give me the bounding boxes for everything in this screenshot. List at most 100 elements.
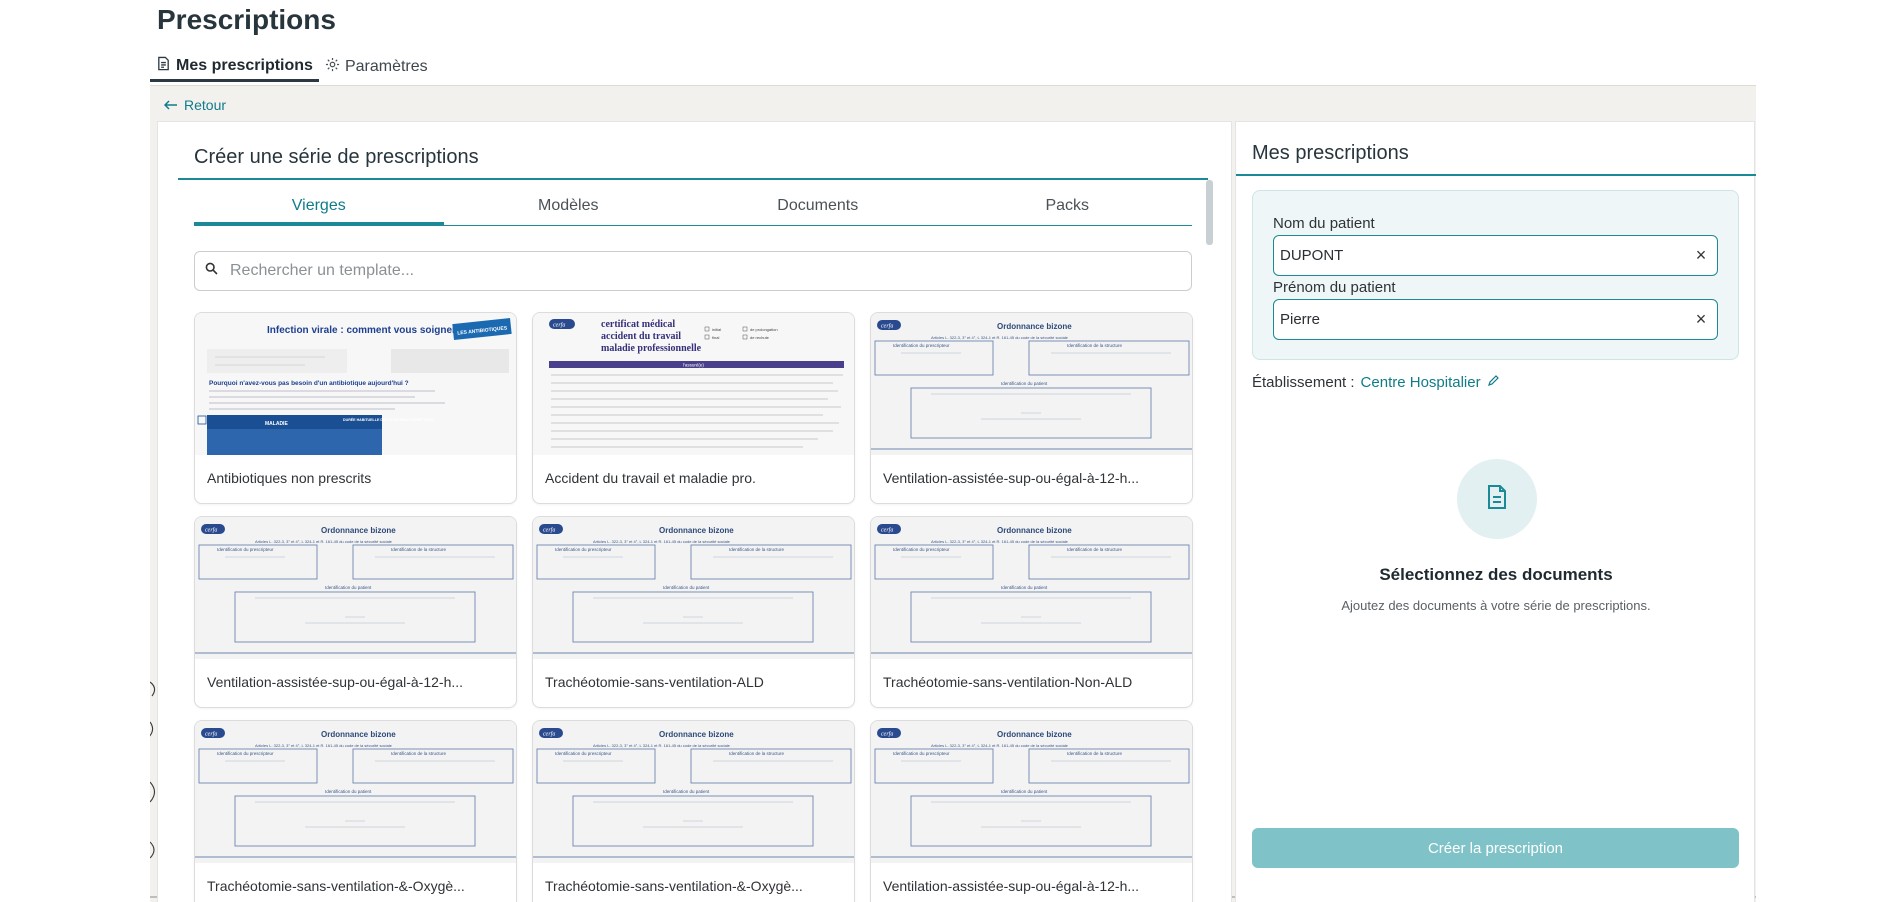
establishment-label: Établissement : <box>1252 374 1355 391</box>
tab-packs[interactable]: Packs <box>943 192 1193 225</box>
arrow-left-icon <box>163 97 178 113</box>
svg-text:cerfa: cerfa <box>543 731 555 738</box>
search-icon <box>205 262 218 280</box>
template-card[interactable]: cerfa Ordonnance bizone Articles L. 322-3,… <box>194 516 517 708</box>
template-thumbnail: cerfa Ordonnance bizone Articles L. 322-3,… <box>195 517 516 659</box>
svg-text:maladie professionnelle: maladie professionnelle <box>601 343 702 354</box>
title-divider <box>1236 174 1756 176</box>
svg-text:certificat médical: certificat médical <box>601 319 675 330</box>
template-tabs: Vierges Modèles Documents Packs <box>194 192 1192 226</box>
ordonnance-bizone-preview: cerfa Ordonnance bizone Articles L. 322-3,… <box>871 721 1192 863</box>
tab-modeles[interactable]: Modèles <box>444 192 694 225</box>
establishment-link[interactable]: Centre Hospitalier <box>1361 374 1481 391</box>
template-thumbnail: cerfa Ordonnance bizone Articles L. 322-3,… <box>871 517 1192 659</box>
svg-text:cerfa: cerfa <box>881 323 893 330</box>
establishment: Établissement : Centre Hospitalier <box>1252 374 1500 391</box>
template-thumbnail: cerfa certificat médical accident du tra… <box>533 313 854 455</box>
gear-icon <box>325 57 340 77</box>
svg-text:Identification du prescripteur: Identification du prescripteur <box>893 547 950 552</box>
tab-vierges[interactable]: Vierges <box>194 192 444 225</box>
page-title: Prescriptions <box>157 4 336 35</box>
template-thumbnail: cerfa Ordonnance bizone Articles L. 322-3,… <box>871 313 1192 455</box>
last-name-input[interactable] <box>1280 247 1691 264</box>
svg-text:Identification du patient: Identification du patient <box>1001 585 1048 590</box>
template-name: Accident du travail et maladie pro. <box>545 470 756 486</box>
tab-documents[interactable]: Documents <box>693 192 943 225</box>
svg-text:Articles L. 322-3, 3° et 4°, L: Articles L. 322-3, 3° et 4°, L 324-1 et … <box>931 743 1069 748</box>
svg-text:Identification du prescripteur: Identification du prescripteur <box>217 547 274 552</box>
back-link[interactable]: Retour <box>163 97 226 113</box>
top-tabs: Mes prescriptions Paramètres <box>150 52 434 84</box>
svg-text:initial: initial <box>712 327 721 332</box>
svg-text:cerfa: cerfa <box>205 527 217 534</box>
clear-icon[interactable]: × <box>1691 245 1711 266</box>
template-search[interactable] <box>194 251 1192 291</box>
svg-text:Identification du patient: Identification du patient <box>1001 789 1048 794</box>
pencil-icon[interactable] <box>1487 374 1500 391</box>
template-thumbnail: cerfa Ordonnance bizone Articles L. 322-3,… <box>533 721 854 863</box>
tab-label: Paramètres <box>344 58 428 75</box>
template-name: Antibiotiques non prescrits <box>207 470 372 486</box>
svg-text:Articles L. 322-3, 3° et 4°, L: Articles L. 322-3, 3° et 4°, L 324-1 et … <box>255 539 393 544</box>
create-series-panel: Créer une série de prescriptions Vierges… <box>157 121 1232 902</box>
first-name-input[interactable] <box>1280 311 1691 328</box>
svg-text:cerfa: cerfa <box>553 322 565 329</box>
svg-text:l'assuré(e): l'assuré(e) <box>683 363 704 368</box>
first-name-label: Prénom du patient <box>1273 279 1396 296</box>
svg-text:Identification du patient: Identification du patient <box>663 585 710 590</box>
template-card[interactable]: cerfa Ordonnance bizone Articles L. 322-3,… <box>870 720 1193 902</box>
svg-text:Articles L. 322-3, 3° et 4°, L: Articles L. 322-3, 3° et 4°, L 324-1 et … <box>931 335 1069 340</box>
search-input[interactable] <box>230 262 1130 280</box>
first-name-field[interactable]: × <box>1273 299 1718 340</box>
template-card[interactable]: cerfa Ordonnance bizone Articles L. 322-3,… <box>870 516 1193 708</box>
template-card[interactable]: cerfa Ordonnance bizone Articles L. 322-3,… <box>870 312 1193 504</box>
clear-icon[interactable]: × <box>1691 309 1711 330</box>
template-card[interactable]: cerfa Ordonnance bizone Articles L. 322-3,… <box>532 516 855 708</box>
template-name: Ventilation-assistée-sup-ou-égal-à-12-h.… <box>207 674 464 690</box>
template-card[interactable]: cerfa certificat médical accident du tra… <box>532 312 855 504</box>
svg-text:cerfa: cerfa <box>205 731 217 738</box>
svg-text:Identification du patient: Identification du patient <box>325 585 372 590</box>
ordonnance-bizone-preview: cerfa Ordonnance bizone Articles L. 322-3,… <box>533 517 854 659</box>
svg-text:final: final <box>712 335 719 340</box>
tab-mes-prescriptions[interactable]: Mes prescriptions <box>150 52 319 82</box>
panel-title: Mes prescriptions <box>1252 142 1409 164</box>
svg-text:Identification du patient: Identification du patient <box>1001 381 1048 386</box>
template-card[interactable]: Infection virale : comment vous soigner … <box>194 312 517 504</box>
template-name: Ventilation-assistée-sup-ou-égal-à-12-h.… <box>883 878 1140 894</box>
template-thumbnail: cerfa Ordonnance bizone Articles L. 322-3,… <box>195 721 516 863</box>
template-thumbnail: cerfa Ordonnance bizone Articles L. 322-3,… <box>871 721 1192 863</box>
tab-parametres[interactable]: Paramètres <box>319 52 434 82</box>
my-prescriptions-panel: Mes prescriptions Nom du patient × Préno… <box>1235 121 1756 902</box>
svg-text:DURÉE HABITUELLE DES PRINCIPAU: DURÉE HABITUELLE DES PRINCIPAUX SYMPTÔME… <box>343 417 435 422</box>
svg-text:Articles L. 322-3, 3° et 4°, L: Articles L. 322-3, 3° et 4°, L 324-1 et … <box>255 743 393 748</box>
svg-text:cerfa: cerfa <box>881 527 893 534</box>
template-name: Ventilation-assistée-sup-ou-égal-à-12-h.… <box>883 470 1140 486</box>
certificat-form-preview: cerfa certificat médical accident du tra… <box>533 313 854 455</box>
create-prescription-button[interactable]: Créer la prescription <box>1252 828 1739 868</box>
svg-text:Ordonnance bizone: Ordonnance bizone <box>659 730 734 739</box>
empty-state-subtitle: Ajoutez des documents à votre série de p… <box>1341 598 1651 613</box>
patient-form: Nom du patient × Prénom du patient × <box>1252 190 1739 360</box>
ordonnance-bizone-preview: cerfa Ordonnance bizone Articles L. 322-3,… <box>195 721 516 863</box>
ordonnance-bizone-preview: cerfa Ordonnance bizone Articles L. 322-3,… <box>871 517 1192 659</box>
svg-text:Articles L. 322-3, 3° et 4°, L: Articles L. 322-3, 3° et 4°, L 324-1 et … <box>593 539 731 544</box>
scrollbar-thumb[interactable] <box>1206 180 1213 245</box>
svg-text:Ordonnance bizone: Ordonnance bizone <box>997 526 1072 535</box>
infection-leaflet-preview: Infection virale : comment vous soigner … <box>195 313 516 455</box>
svg-text:cerfa: cerfa <box>543 527 555 534</box>
template-name: Trachéotomie-sans-ventilation-&-Oxygè... <box>545 878 803 894</box>
svg-text:Identification du patient: Identification du patient <box>325 789 372 794</box>
template-card[interactable]: cerfa Ordonnance bizone Articles L. 322-3,… <box>194 720 517 902</box>
empty-state-icon-circle <box>1457 459 1537 539</box>
template-thumbnail: Infection virale : comment vous soigner … <box>195 313 516 455</box>
svg-text:Identification de la structure: Identification de la structure <box>391 751 447 756</box>
last-name-label: Nom du patient <box>1273 215 1375 232</box>
template-card[interactable]: cerfa Ordonnance bizone Articles L. 322-3,… <box>532 720 855 902</box>
svg-text:Articles L. 322-3, 3° et 4°, L: Articles L. 322-3, 3° et 4°, L 324-1 et … <box>931 539 1069 544</box>
ordonnance-bizone-preview: cerfa Ordonnance bizone Articles L. 322-3,… <box>871 313 1192 455</box>
svg-text:Ordonnance bizone: Ordonnance bizone <box>321 526 396 535</box>
template-name: Trachéotomie-sans-ventilation-Non-ALD <box>883 674 1133 690</box>
last-name-field[interactable]: × <box>1273 235 1718 276</box>
svg-text:Identification de la structure: Identification de la structure <box>391 547 447 552</box>
